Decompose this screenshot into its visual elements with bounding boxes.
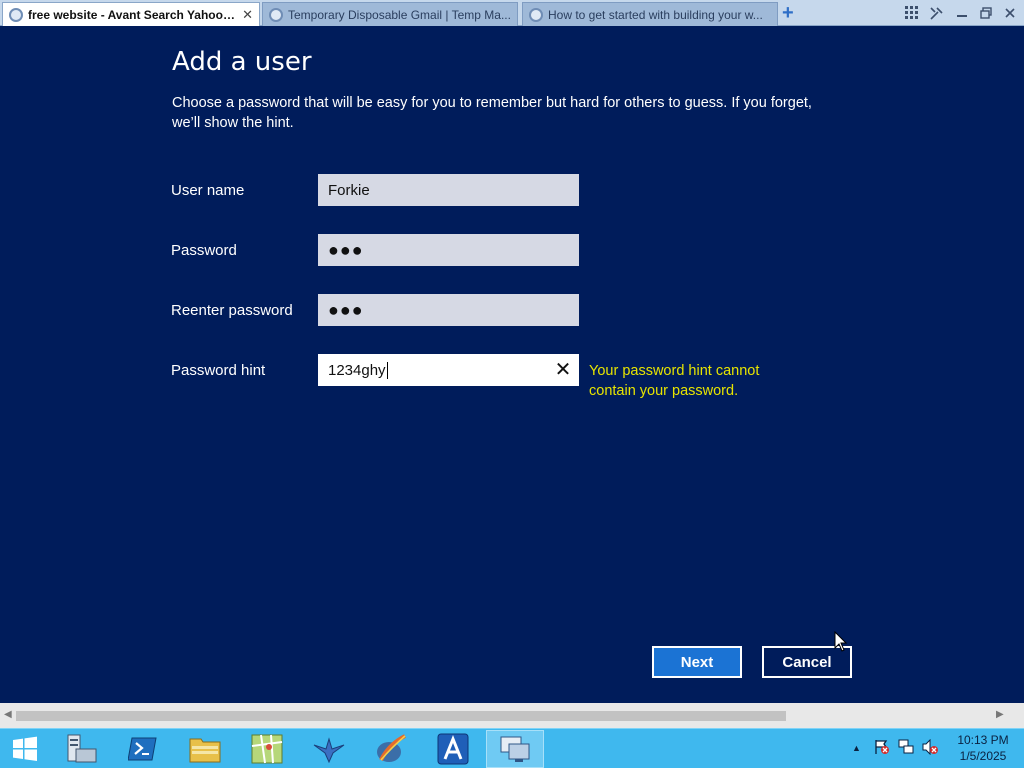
- mouse-pointer-icon: [834, 631, 848, 652]
- tab-getting-started[interactable]: How to get started with building your w.…: [522, 2, 778, 26]
- minimize-icon[interactable]: [952, 4, 972, 22]
- windows-start-icon[interactable]: [0, 730, 50, 768]
- password-hint-label: Password hint: [171, 362, 266, 379]
- hint-error-message: Your password hint cannot contain your p…: [589, 363, 760, 399]
- username-field[interactable]: Forkie: [318, 174, 579, 206]
- tab-label: free website - Avant Search Yahoo Se...: [28, 7, 239, 22]
- text-caret: [386, 361, 388, 379]
- browser-tab-icon: [269, 7, 283, 22]
- tab-label: How to get started with building your w.…: [548, 7, 763, 22]
- browser-tab-icon: [9, 7, 23, 22]
- scrollbar-thumb[interactable]: [16, 711, 786, 721]
- dialog-description: Choose a password that will be easy for …: [172, 95, 812, 131]
- password-hint-value: 1234ghy: [328, 361, 386, 379]
- avant-browser-icon[interactable]: [424, 730, 482, 768]
- scroll-right-icon[interactable]: ▶: [996, 709, 1004, 720]
- remote-desktop-icon[interactable]: [486, 730, 544, 768]
- tab-label: Temporary Disposable Gmail | Temp Ma...: [288, 7, 511, 22]
- flag-alert-icon[interactable]: [874, 739, 890, 758]
- tab-free-website[interactable]: free website - Avant Search Yahoo Se... …: [2, 2, 260, 26]
- new-tab-icon[interactable]: +: [782, 3, 794, 23]
- tab-temp-gmail[interactable]: Temporary Disposable Gmail | Temp Ma...: [262, 2, 518, 26]
- taskbar: ▲ 10:13 PM 1/5/2025: [0, 728, 1024, 768]
- browser-tab-strip: free website - Avant Search Yahoo Se... …: [0, 0, 1024, 26]
- maps-app-icon[interactable]: [238, 730, 296, 768]
- tools-icon[interactable]: [926, 4, 946, 22]
- volume-muted-icon[interactable]: [922, 738, 938, 758]
- clock-time: 10:13 PM: [957, 733, 1009, 747]
- powershell-icon[interactable]: [114, 730, 172, 768]
- paint-brush-app-icon[interactable]: [362, 730, 420, 768]
- username-label: User name: [171, 182, 245, 199]
- next-button[interactable]: Next: [652, 646, 742, 678]
- close-icon[interactable]: ✕: [242, 7, 253, 23]
- reenter-password-field[interactable]: ●●●: [318, 294, 579, 326]
- restore-icon[interactable]: [976, 4, 996, 22]
- horizontal-scrollbar[interactable]: ◀ ▶: [0, 703, 1024, 728]
- reenter-password-label: Reenter password: [171, 302, 293, 319]
- bird-app-icon[interactable]: [300, 730, 358, 768]
- page-title: Add a user: [172, 47, 312, 77]
- tray-overflow-icon[interactable]: ▲: [852, 743, 861, 753]
- password-label: Password: [171, 242, 237, 259]
- password-field[interactable]: ●●●: [318, 234, 579, 266]
- add-user-dialog: Add a user Choose a password that will b…: [0, 27, 1024, 703]
- server-manager-icon[interactable]: [52, 730, 110, 768]
- network-icon[interactable]: [898, 739, 914, 758]
- grid-menu-icon[interactable]: [902, 4, 922, 22]
- browser-tab-icon: [529, 7, 543, 22]
- clock-date: 1/5/2025: [959, 749, 1007, 763]
- scroll-left-icon[interactable]: ◀: [4, 709, 12, 720]
- clear-text-icon[interactable]: ✕: [552, 358, 574, 381]
- system-clock[interactable]: 10:13 PM 1/5/2025: [952, 732, 1014, 764]
- password-hint-field[interactable]: 1234ghy: [318, 354, 579, 386]
- file-explorer-icon[interactable]: [176, 730, 234, 768]
- window-close-icon[interactable]: [1000, 4, 1020, 22]
